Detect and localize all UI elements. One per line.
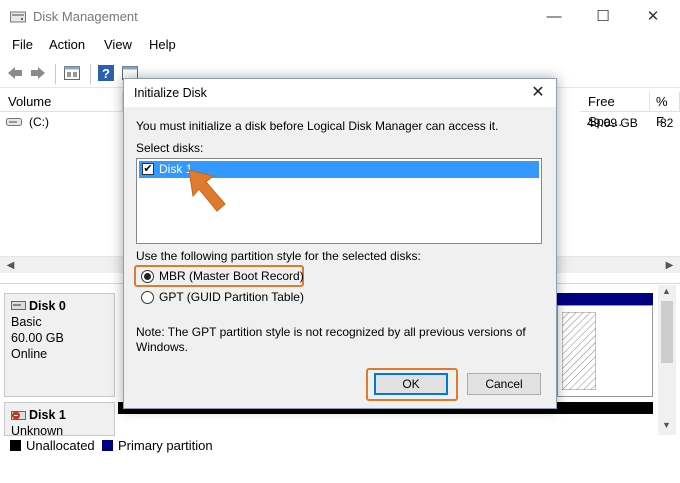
maximize-button[interactable]: ☐	[588, 4, 618, 30]
disk-0-partition-c[interactable]	[557, 305, 653, 397]
pointer-arrow-icon	[188, 169, 226, 212]
scroll-up-icon[interactable]: ▲	[662, 286, 671, 296]
disk-management-app-icon	[10, 11, 26, 23]
column-header-free-space[interactable]: Free Spa...	[580, 92, 650, 129]
column-header-volume[interactable]: Volume	[0, 92, 123, 112]
legend: Unallocated Primary partition	[0, 436, 680, 456]
disk-0-size: 60.00 GB	[11, 331, 64, 345]
disk-icon	[11, 301, 26, 310]
disk-0-label[interactable]: Disk 0 Basic 60.00 GB Online	[4, 293, 115, 397]
disk-0-name: Disk 0	[29, 299, 66, 313]
legend-swatch-primary	[102, 440, 113, 451]
menu-view[interactable]: View	[104, 37, 132, 52]
disk-0-status: Online	[11, 347, 48, 361]
mbr-label: MBR (Master Boot Record)	[159, 269, 304, 283]
legend-swatch-unallocated	[10, 440, 21, 451]
menu-help[interactable]: Help	[149, 37, 176, 52]
forward-arrow-icon[interactable]	[29, 64, 47, 82]
properties-icon[interactable]	[63, 64, 81, 82]
toolbar-separator	[55, 64, 56, 84]
svg-text:?: ?	[102, 66, 110, 81]
drive-icon	[6, 118, 22, 126]
legend-label-primary: Primary partition	[118, 438, 213, 453]
window-title: Disk Management	[33, 9, 138, 24]
ok-button[interactable]: OK	[374, 373, 448, 395]
free-space-value: 49.09 GB	[587, 116, 638, 130]
dialog-close-button[interactable]: ✕	[526, 81, 550, 105]
primary-partition-bar	[557, 293, 653, 305]
scroll-left-icon[interactable]: ◀	[2, 257, 19, 274]
initialize-disk-dialog: Initialize Disk ✕ You must initialize a …	[123, 78, 557, 409]
vertical-scroll-thumb[interactable]	[661, 301, 673, 363]
select-disks-label: Select disks:	[136, 141, 204, 155]
menu-file[interactable]: File	[12, 37, 33, 52]
partition-style-prompt: Use the following partition style for th…	[136, 249, 421, 263]
dialog-intro-text: You must initialize a disk before Logica…	[136, 119, 499, 133]
gpt-note-line-2: Windows.	[136, 340, 189, 354]
menu-bar: File Action View Help	[0, 34, 680, 56]
unknown-disk-icon	[11, 411, 26, 420]
disk-1-label[interactable]: Disk 1 Unknown	[4, 402, 115, 438]
dialog-titlebar: Initialize Disk ✕	[124, 79, 556, 107]
gpt-note-line-1: Note: The GPT partition style is not rec…	[136, 325, 526, 339]
cancel-button[interactable]: Cancel	[467, 373, 541, 395]
dialog-title: Initialize Disk	[134, 86, 207, 100]
window-titlebar: Disk Management — ☐ ✕	[0, 0, 680, 34]
disk-0-type: Basic	[11, 315, 42, 329]
mbr-radio[interactable]	[141, 270, 154, 283]
selected-partition-hatch	[562, 312, 596, 390]
disk-1-checkbox[interactable]: ✔	[142, 163, 154, 175]
disk-1-name: Disk 1	[29, 408, 66, 422]
minimize-button[interactable]: —	[539, 4, 569, 30]
percent-free-value: 82	[660, 116, 674, 130]
scroll-right-icon[interactable]: ▶	[661, 257, 678, 274]
back-arrow-icon[interactable]	[6, 64, 24, 82]
close-button[interactable]: ✕	[638, 4, 668, 30]
toolbar-separator	[90, 64, 91, 84]
scroll-down-icon[interactable]: ▼	[662, 420, 671, 430]
gpt-radio[interactable]	[141, 291, 154, 304]
help-icon[interactable]: ?	[97, 64, 115, 82]
vertical-scrollbar[interactable]: ▲ ▼	[658, 285, 676, 435]
menu-action[interactable]: Action	[49, 37, 85, 52]
legend-label-unallocated: Unallocated	[26, 438, 95, 453]
gpt-label: GPT (GUID Partition Table)	[159, 290, 304, 304]
column-header-percent-free[interactable]: % F	[650, 92, 680, 129]
volume-name: (C:)	[29, 115, 49, 129]
